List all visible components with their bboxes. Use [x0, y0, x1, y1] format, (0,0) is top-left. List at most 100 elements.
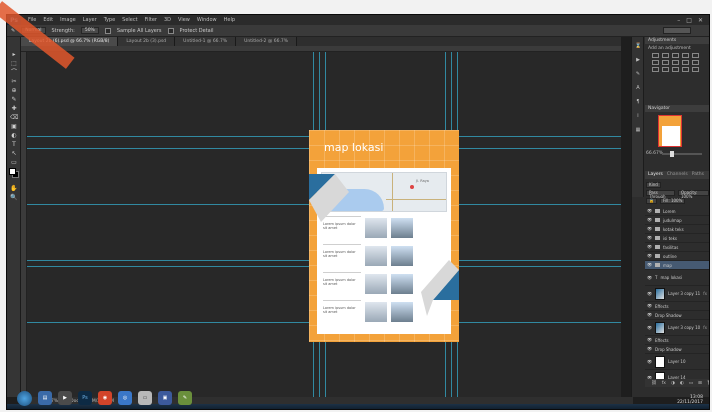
shape-tool-icon[interactable]: ▭	[10, 159, 18, 167]
menu-select[interactable]: Select	[122, 17, 137, 23]
brush-preset-icon[interactable]: ✎	[635, 71, 641, 77]
tool-taskbar-icon[interactable]: ✎	[178, 391, 192, 405]
fx-icon[interactable]: fx	[703, 325, 707, 330]
navigator-zoom[interactable]: 66.67%	[646, 151, 663, 156]
clone-tool-icon[interactable]: ✚	[10, 105, 18, 113]
paragraph-icon[interactable]: ¶	[635, 99, 641, 105]
menu-window[interactable]: Window	[197, 17, 217, 23]
info-icon[interactable]: i	[635, 113, 641, 119]
move-tool-icon[interactable]: ▸	[10, 51, 18, 59]
black-white-icon[interactable]	[672, 60, 679, 65]
photo-filter-icon[interactable]	[682, 60, 689, 65]
lock-icons[interactable]: 🔒	[646, 198, 657, 204]
eye-icon[interactable]: 👁	[647, 325, 652, 330]
tab-layers[interactable]: Layers	[648, 171, 663, 179]
layer-row[interactable]: 👁 Layer 3 copy 10 fx	[645, 320, 709, 336]
menu-image[interactable]: Image	[60, 17, 76, 23]
blend-mode-select[interactable]: Pass Through	[646, 190, 675, 199]
tab-paths[interactable]: Paths	[692, 171, 704, 179]
canvas-area[interactable]: map lokasi Jl. Raya Lorem ipsum dolor si…	[27, 52, 621, 397]
layer-row[interactable]: 👁 outline	[645, 252, 709, 261]
zoom-slider[interactable]	[662, 153, 702, 155]
workspace-select[interactable]	[663, 27, 691, 34]
brightness-icon[interactable]	[652, 53, 659, 58]
color-balance-icon[interactable]	[662, 60, 669, 65]
eye-icon[interactable]: 👁	[647, 304, 652, 308]
eye-icon[interactable]: 👁	[647, 227, 652, 231]
character-icon[interactable]: A	[635, 85, 641, 91]
eye-icon[interactable]: 👁	[647, 347, 652, 351]
levels-icon[interactable]	[662, 53, 669, 58]
eye-icon[interactable]: 👁	[647, 218, 652, 222]
new-layer-icon[interactable]: ⊞	[698, 381, 702, 386]
layer-effect-row[interactable]: 👁 Effects	[645, 302, 709, 311]
history-icon[interactable]: ⌛	[635, 43, 641, 49]
layer-row[interactable]: 👁 Layer 3 copy 11 fx	[645, 286, 709, 302]
brush-tool-icon[interactable]: ✎	[10, 96, 18, 104]
layer-row-selected[interactable]: 👁 map	[645, 261, 709, 270]
system-tray[interactable]: 13:08 22/11/2017	[677, 395, 703, 405]
hue-icon[interactable]	[652, 60, 659, 65]
exposure-icon[interactable]	[682, 53, 689, 58]
app-taskbar-icon[interactable]: ▣	[158, 391, 172, 405]
menu-layer[interactable]: Layer	[83, 17, 97, 23]
lasso-tool-icon[interactable]: ⌒	[10, 69, 18, 77]
crop-tool-icon[interactable]: ✂	[10, 78, 18, 86]
minimize-button[interactable]: –	[677, 17, 680, 24]
layer-effect-row[interactable]: 👁 Drop Shadow	[645, 311, 709, 320]
navigator-thumbnail[interactable]	[658, 115, 682, 147]
swatches-icon[interactable]: ▦	[635, 127, 641, 133]
eye-icon[interactable]: 👁	[647, 209, 652, 213]
actions-icon[interactable]: ▶	[635, 57, 641, 63]
tab-channels[interactable]: Channels	[667, 171, 688, 179]
fx-icon[interactable]: fx	[703, 291, 707, 296]
menu-type[interactable]: Type	[104, 17, 115, 23]
type-tool-icon[interactable]: T	[10, 141, 18, 149]
layer-row[interactable]: 👁 isi teks	[645, 234, 709, 243]
eye-icon[interactable]: 👁	[647, 291, 652, 296]
eye-icon[interactable]: 👁	[647, 359, 652, 364]
eyedropper-tool-icon[interactable]: ⊕	[10, 87, 18, 95]
layer-row[interactable]: 👁 Layer 10	[645, 354, 709, 370]
eye-icon[interactable]: 👁	[647, 313, 652, 317]
marquee-tool-icon[interactable]: ⬚	[10, 60, 18, 68]
maximize-button[interactable]: □	[686, 17, 692, 24]
curves-icon[interactable]	[672, 53, 679, 58]
navigator-panel-header[interactable]: Navigator	[645, 105, 709, 112]
gradient-map-icon[interactable]	[682, 67, 689, 72]
eye-icon[interactable]: 👁	[647, 338, 652, 342]
foreground-color-swatch[interactable]	[9, 168, 16, 175]
folder-taskbar-icon[interactable]: ▭	[138, 391, 152, 405]
protect-detail-checkbox[interactable]	[167, 27, 174, 34]
menu-edit[interactable]: Edit	[43, 17, 53, 23]
path-selection-tool-icon[interactable]: ↖	[10, 150, 18, 158]
menu-filter[interactable]: Filter	[145, 17, 157, 23]
hand-tool-icon[interactable]: ✋	[10, 185, 18, 193]
menu-view[interactable]: View	[178, 17, 190, 23]
fill-field[interactable]: Fill: 100%	[659, 198, 686, 204]
new-group-icon[interactable]: ▭	[689, 381, 693, 386]
menu-3d[interactable]: 3D	[164, 17, 171, 23]
trash-icon[interactable]: 🗑	[707, 381, 709, 386]
eye-icon[interactable]: 👁	[647, 236, 652, 240]
media-icon[interactable]: ▶	[58, 391, 72, 405]
gradient-tool-icon[interactable]: ▣	[10, 123, 18, 131]
threshold-icon[interactable]	[672, 67, 679, 72]
layer-row[interactable]: 👁 Lorem	[645, 207, 709, 216]
layer-kind-select[interactable]: Kind	[646, 182, 661, 188]
channel-mixer-icon[interactable]	[692, 60, 699, 65]
invert-icon[interactable]	[652, 67, 659, 72]
doc-tab-1[interactable]: Layout 2b (3).psd	[118, 37, 176, 46]
link-layers-icon[interactable]: ⛓	[651, 381, 657, 386]
eye-icon[interactable]: 👁	[647, 254, 652, 258]
sample-all-checkbox[interactable]	[104, 27, 111, 34]
chrome-icon[interactable]: ◉	[98, 391, 112, 405]
layer-effect-row[interactable]: 👁 Drop Shadow	[645, 345, 709, 354]
add-mask-icon[interactable]: ◑	[671, 381, 675, 386]
explorer-icon[interactable]: ▤	[38, 391, 52, 405]
zoom-slider-handle[interactable]	[670, 151, 674, 157]
selective-color-icon[interactable]	[692, 67, 699, 72]
eye-icon[interactable]: 👁	[647, 245, 652, 249]
eye-icon[interactable]: 👁	[647, 263, 652, 267]
opacity-field[interactable]: Opacity: 100%	[677, 190, 709, 199]
